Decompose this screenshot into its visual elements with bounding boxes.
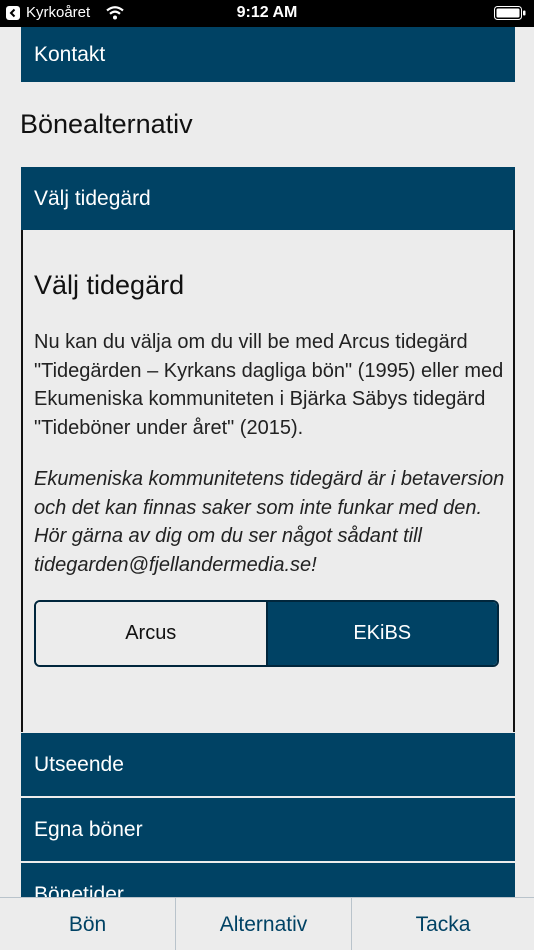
- office-segmented-control: Arcus EKiBS: [34, 600, 499, 667]
- row-prayer-times-label: Bönetider: [34, 882, 124, 898]
- row-own-prayers-label: Egna böner: [34, 817, 143, 841]
- panel-note-text: Ekumeniska kommunitetens tidegärd är i b…: [34, 468, 505, 576]
- row-prayer-times[interactable]: Bönetider: [21, 863, 515, 897]
- segment-ekibs[interactable]: EKiBS: [267, 602, 497, 665]
- choose-office-panel: Välj tidegärd Nu kan du välja om du vill…: [21, 230, 515, 732]
- panel-body-text: Nu kan du välja om du vill be med Arcus …: [34, 331, 504, 439]
- row-own-prayers[interactable]: Egna böner: [21, 798, 515, 861]
- section-heading: Bönealternativ: [20, 109, 193, 139]
- row-appearance[interactable]: Utseende: [21, 733, 515, 796]
- tab-bar: Bön Alternativ Tacka: [0, 897, 534, 950]
- row-contact[interactable]: Kontakt: [21, 27, 515, 82]
- segment-arcus[interactable]: Arcus: [36, 602, 268, 665]
- row-choose-office-label: Välj tidegärd: [34, 186, 151, 210]
- tab-options[interactable]: Alternativ: [176, 898, 352, 950]
- battery-icon: [494, 6, 526, 20]
- row-appearance-label: Utseende: [34, 752, 124, 776]
- settings-scroll-area[interactable]: Kontakt Bönealternativ Välj tidegärd Väl…: [0, 27, 534, 897]
- status-time: 9:12 AM: [236, 4, 298, 21]
- row-choose-office[interactable]: Välj tidegärd: [21, 167, 515, 230]
- panel-title: Välj tidegärd: [34, 270, 185, 300]
- tab-thanks[interactable]: Tacka: [352, 898, 534, 950]
- status-bar: Kyrkoåret 9:12 AM: [0, 0, 534, 27]
- tab-pray[interactable]: Bön: [0, 898, 176, 950]
- row-contact-label: Kontakt: [34, 42, 106, 66]
